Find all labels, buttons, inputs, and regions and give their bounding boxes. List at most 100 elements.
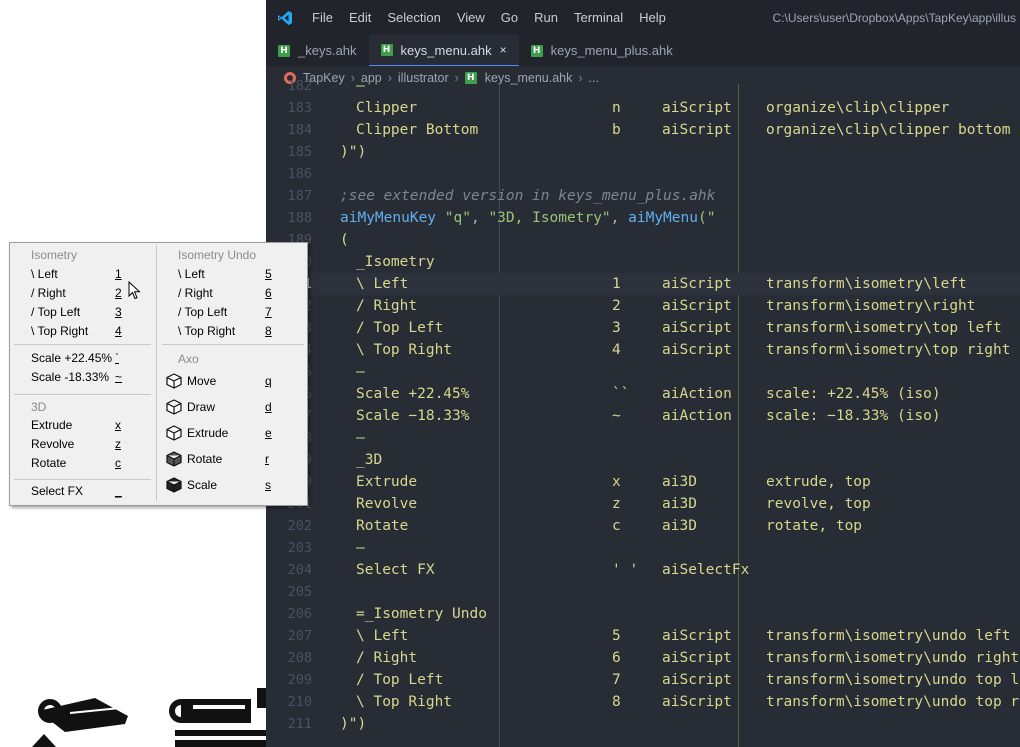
code-token: aiScript — [662, 320, 732, 336]
tab-keys[interactable]: H _keys.ahk — [266, 35, 369, 66]
extrude-cube-icon — [166, 425, 182, 441]
menu-item-label[interactable]: / Right — [31, 284, 66, 303]
menu-item-label[interactable]: / Right — [178, 284, 213, 303]
code-token: organize\clip\clipper bottom — [766, 122, 1011, 138]
code-editor[interactable]: 182–183 Clipper n aiScript organize\clip\cli… — [266, 78, 1020, 747]
code-line[interactable]: 186 — [266, 163, 1020, 185]
code-line[interactable]: 202 Rotate c ai3D rotate, top — [266, 515, 1020, 537]
menu-item-label[interactable]: / Top Left — [31, 303, 80, 322]
code-token: extrude, top — [766, 474, 871, 490]
code-line[interactable]: 193/ Top Left3aiScripttransform\isometry… — [266, 317, 1020, 339]
close-icon[interactable]: × — [500, 43, 507, 57]
menu-item-label[interactable]: Scale +22.45% — [31, 349, 112, 368]
code-line[interactable]: 207 \ Left 5 aiScript transform\isometry\und… — [266, 625, 1020, 647]
code-line[interactable]: 191\ Left1aiScripttransform\isometry\lef… — [266, 273, 1020, 295]
code-line[interactable]: 195– — [266, 361, 1020, 383]
code-token: aiScript — [662, 694, 732, 710]
code-token: – — [356, 364, 365, 380]
menu-item-label[interactable]: \ Left — [31, 265, 58, 284]
menu-item-label[interactable]: Rotate — [187, 450, 222, 469]
code-line[interactable]: 185)") — [266, 141, 1020, 163]
menu-go[interactable]: Go — [493, 0, 526, 35]
code-line[interactable]: 194\ Top Right4aiScripttransform\isometr… — [266, 339, 1020, 361]
menu-item-label[interactable]: \ Left — [178, 265, 205, 284]
code-line[interactable]: 210 \ Top Right 8 aiScript transform\isometr… — [266, 691, 1020, 713]
menu-item-shortcut: ` — [115, 351, 119, 365]
menu-item-shortcut: 1 — [115, 267, 122, 281]
menu-item-label[interactable]: Extrude — [31, 416, 72, 435]
code-token: organize\clip\clipper — [766, 100, 950, 116]
menu-file[interactable]: File — [304, 0, 341, 35]
menu-terminal[interactable]: Terminal — [566, 0, 631, 35]
window-title-path: C:\Users\user\Dropbox\Apps\TapKey\app\il… — [772, 10, 1016, 25]
menu-item-label[interactable]: Extrude — [187, 424, 228, 443]
code-token: scale: −18.33% (iso) — [766, 408, 941, 424]
code-line[interactable]: 208 / Right 6 aiScript transform\isometry\un… — [266, 647, 1020, 669]
menu-item-label[interactable]: Move — [187, 372, 216, 391]
menu-item-label[interactable]: \ Top Right — [178, 322, 235, 341]
code-token: transform\isometry\undo top right — [766, 694, 1020, 710]
code-line[interactable]: 203 – — [266, 537, 1020, 559]
line-number: 207 — [287, 628, 312, 644]
ahk-file-icon: H — [530, 44, 543, 57]
code-line[interactable]: 188 aiMyMenuKey "q", "3D, Isometry", aiMy… — [266, 207, 1020, 229]
menu-item-shortcut: x — [115, 418, 121, 432]
code-line[interactable]: 184 Clipper Bottom b aiScript organize\clip\… — [266, 119, 1020, 141]
code-token: (" — [697, 210, 716, 226]
tab-keys-menu[interactable]: H keys_menu.ahk × — [368, 35, 519, 66]
code-line[interactable]: 187 ;see extended version in keys_menu_pl… — [266, 185, 1020, 207]
code-line[interactable]: 201Revolvezai3Drevolve, top — [266, 493, 1020, 515]
code-token: Extrude — [356, 474, 418, 490]
menu-view[interactable]: View — [449, 0, 493, 35]
code-line[interactable]: 211)") — [266, 713, 1020, 735]
code-token: ~ — [612, 408, 621, 424]
menu-item-label[interactable]: Select FX — [31, 482, 83, 501]
menu-item-label[interactable]: Draw — [187, 398, 215, 417]
code-token: / Right — [356, 650, 418, 666]
code-token: x — [612, 474, 621, 490]
tab-label: keys_menu.ahk — [400, 42, 492, 58]
code-line[interactable]: 206 =_Isometry Undo — [266, 603, 1020, 625]
code-token: transform\isometry\top left — [766, 320, 1002, 336]
menu-item-label[interactable]: \ Top Right — [31, 322, 88, 341]
code-line[interactable]: 205 — [266, 581, 1020, 603]
code-line[interactable]: 183 Clipper n aiScript organize\clip\clipper — [266, 97, 1020, 119]
code-token: ai3D — [662, 518, 697, 534]
menu-item-shortcut: 3 — [115, 305, 122, 319]
menu-run[interactable]: Run — [526, 0, 566, 35]
code-line[interactable]: 192/ Right2aiScripttransform\isometry\ri… — [266, 295, 1020, 317]
code-token: aiScript — [662, 298, 732, 314]
menu-item-label[interactable]: / Top Left — [178, 303, 227, 322]
code-token: – — [356, 430, 365, 446]
menu-item-shortcut: c — [115, 456, 121, 470]
menu-item-label[interactable]: Revolve — [31, 435, 74, 454]
code-line[interactable]: 199_3D — [266, 449, 1020, 471]
tab-keys-menu-plus[interactable]: H keys_menu_plus.ahk — [519, 35, 685, 66]
menu-item-shortcut: 6 — [265, 286, 272, 300]
menu-help[interactable]: Help — [631, 0, 674, 35]
code-line[interactable]: 209 / Top Left 7 aiScript transform\isometry… — [266, 669, 1020, 691]
code-line[interactable]: 196Scale +22.45%``aiActionscale: +22.45%… — [266, 383, 1020, 405]
menu-item-label[interactable]: Rotate — [31, 454, 66, 473]
code-line[interactable]: 189( — [266, 229, 1020, 251]
draw-cube-icon — [166, 399, 182, 415]
menu-selection[interactable]: Selection — [379, 0, 448, 35]
code-line[interactable]: 204 Select FX ' ' aiSelectFx — [266, 559, 1020, 581]
code-token: – — [356, 78, 365, 94]
code-token: aiScript — [662, 650, 732, 666]
code-token: revolve, top — [766, 496, 871, 512]
menu-separator — [14, 479, 151, 480]
code-line[interactable]: 197Scale −18.33%~aiActionscale: −18.33% … — [266, 405, 1020, 427]
menu-edit[interactable]: Edit — [341, 0, 379, 35]
menu-header-3d: 3D — [31, 400, 47, 414]
code-line[interactable]: 198– — [266, 427, 1020, 449]
code-token: Revolve — [356, 496, 418, 512]
menu-item-shortcut: z — [115, 437, 121, 451]
code-line[interactable]: 190_Isometry — [266, 251, 1020, 273]
code-line[interactable]: 200Extrudexai3Dextrude, top — [266, 471, 1020, 493]
code-token: `` — [612, 386, 630, 402]
tab-label: keys_menu_plus.ahk — [550, 43, 673, 58]
code-line[interactable]: 182 – — [266, 75, 1020, 97]
menu-item-label[interactable]: Scale -18.33% — [31, 368, 109, 387]
menu-item-label[interactable]: Scale — [187, 476, 217, 495]
